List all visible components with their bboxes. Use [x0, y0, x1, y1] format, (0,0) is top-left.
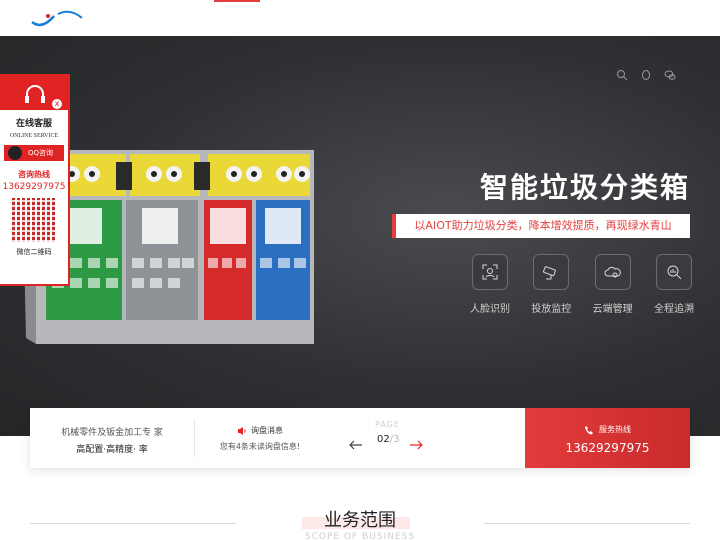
- headset-icon: [25, 85, 45, 103]
- inquiry-text: 您有4条未读询盘信息!: [219, 442, 301, 451]
- company-line-1: 机械零件及钣金加工专 家: [61, 428, 163, 438]
- inquiry-title: 询盘消息: [251, 426, 283, 435]
- feature-traceability[interactable]: 全程追溯: [648, 254, 700, 315]
- hotline-label: 咨询热线: [18, 170, 50, 179]
- prev-arrow-icon[interactable]: [349, 435, 363, 454]
- company-line-2: 高配置·高精度· 率: [76, 445, 148, 455]
- hotline-number[interactable]: 13629297975: [0, 182, 68, 192]
- search-chart-icon: [655, 254, 692, 290]
- service-hotline-number: 13629297975: [565, 441, 650, 455]
- page-number: 02/3: [377, 434, 399, 445]
- wechat-icon[interactable]: [664, 66, 676, 80]
- inquiry-title-row: 询盘消息: [195, 425, 325, 436]
- qq-icon: [8, 146, 22, 160]
- pagination: PAGE 02/3: [325, 408, 525, 468]
- speaker-icon: [238, 426, 246, 435]
- service-panel-subtitle: ONLINE SERVICE: [9, 133, 59, 139]
- hero-tagline: 以AIOT助力垃圾分类，降本增效提质，再现绿水青山: [392, 214, 690, 238]
- phone-icon: [585, 425, 593, 434]
- feature-monitoring[interactable]: 投放监控: [525, 254, 577, 315]
- service-panel-title: 在线客服: [15, 119, 52, 129]
- qq-consult-button[interactable]: QQ咨询: [4, 145, 64, 161]
- feature-label: 人脸识别: [470, 304, 510, 315]
- service-hotline-title-row: 服务热线: [525, 424, 690, 435]
- service-panel-header: x: [0, 76, 68, 110]
- service-hotline-label: 服务热线: [599, 425, 631, 434]
- feature-label: 全程追溯: [653, 304, 694, 315]
- header: [0, 0, 720, 36]
- feature-label: 云端管理: [592, 304, 633, 315]
- hero-title: 智能垃圾分类箱: [480, 171, 691, 204]
- page-current: 02: [377, 434, 390, 445]
- nav-active-indicator: [214, 0, 260, 2]
- cloud-gear-icon: [594, 254, 631, 290]
- info-bar: 机械零件及钣金加工专 家 高配置·高精度· 率 询盘消息 您有4条未读询盘信息!…: [30, 408, 690, 468]
- hero-top-icons: [616, 66, 676, 81]
- company-slogan: 机械零件及钣金加工专 家 高配置·高精度· 率: [30, 408, 194, 468]
- service-hotline-block[interactable]: 服务热线 13629297975: [525, 408, 690, 468]
- qq-consult-label: QQ咨询: [28, 149, 54, 157]
- page-total: /3: [389, 434, 400, 445]
- next-arrow-icon[interactable]: [409, 435, 423, 454]
- feature-face-recognition[interactable]: 人脸识别: [464, 254, 516, 315]
- camera-icon: [533, 254, 570, 290]
- hero-banner: 智能垃圾分类箱 以AIOT助力垃圾分类，降本增效提质，再现绿水青山 人脸识别 投…: [0, 36, 720, 436]
- inquiry-notice[interactable]: 询盘消息 您有4条未读询盘信息!: [195, 408, 325, 468]
- section-title: 业务范围: [324, 510, 396, 531]
- close-icon[interactable]: x: [51, 98, 63, 110]
- qq-icon[interactable]: [640, 66, 652, 80]
- feature-cloud-management[interactable]: 云端管理: [587, 254, 639, 315]
- online-service-panel: x 在线客服 ONLINE SERVICE QQ咨询 咨询热线 13629297…: [0, 74, 70, 286]
- wechat-qr-code: [12, 198, 56, 242]
- section-subtitle: SCOPE OF BUSINESS: [304, 532, 416, 540]
- logo[interactable]: [28, 8, 84, 30]
- face-scan-icon: [472, 254, 508, 290]
- feature-list: 人脸识别 投放监控 云端管理 全程追溯: [464, 254, 700, 315]
- search-icon[interactable]: [616, 66, 628, 81]
- page-label: PAGE: [375, 420, 400, 429]
- feature-label: 投放监控: [531, 304, 572, 315]
- wechat-qr-label: 微信二维码: [16, 248, 52, 256]
